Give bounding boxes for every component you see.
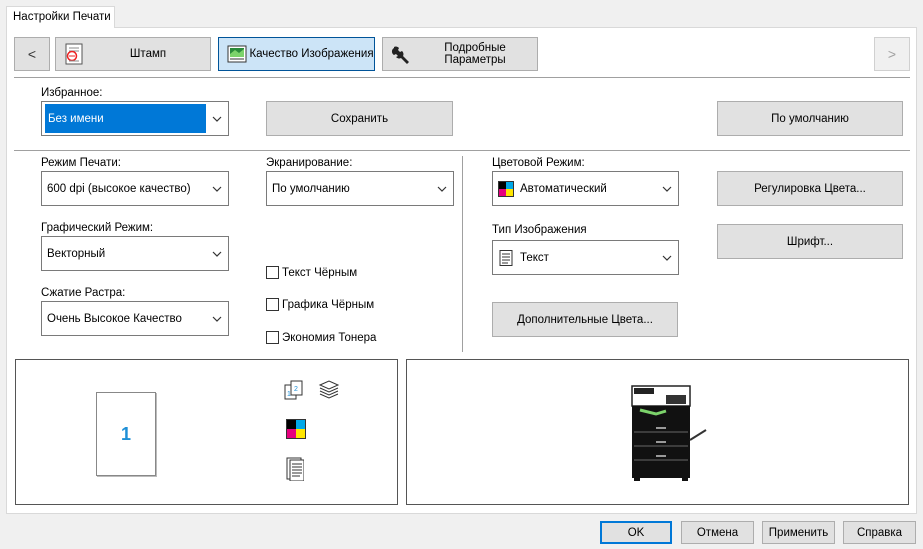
ok-button[interactable]: OK — [600, 521, 672, 544]
screening-label: Экранирование: — [266, 157, 353, 169]
tab-detailed-settings-label: Подробные Параметры — [444, 42, 506, 66]
page-number: 1 — [120, 423, 131, 444]
graphic-mode-label: Графический Режим: — [41, 222, 154, 234]
favorites-select[interactable]: Без имени — [41, 101, 229, 136]
color-mode-select[interactable]: Автоматический — [492, 171, 679, 206]
cmyk-grid-icon — [286, 419, 306, 442]
text-black-checkbox[interactable]: Текст Чёрным — [266, 266, 357, 279]
graphic-mode-value: Векторный — [47, 247, 106, 260]
favorites-label: Избранное: — [41, 87, 103, 99]
checkbox-box[interactable] — [266, 266, 279, 279]
favorites-value: Без имени — [45, 104, 206, 133]
color-mode-label: Цветовой Режим: — [492, 157, 585, 169]
color-mode-value: Автоматический — [520, 182, 607, 195]
wrench-icon — [389, 42, 413, 66]
raster-compression-value: Очень Высокое Качество — [47, 312, 182, 325]
stamp-icon — [62, 42, 86, 66]
toner-save-label: Экономия Тонера — [282, 331, 377, 344]
svg-text:2: 2 — [294, 386, 298, 393]
graphics-black-label: Графика Чёрным — [282, 298, 375, 311]
screening-value: По умолчанию — [272, 182, 350, 195]
scroll-right-button[interactable]: > — [874, 37, 910, 71]
graphic-mode-select[interactable]: Векторный — [41, 236, 229, 271]
extra-colors-button[interactable]: Дополнительные Цвета... — [492, 302, 678, 337]
image-quality-icon — [225, 42, 249, 66]
text-black-label: Текст Чёрным — [282, 266, 358, 279]
cancel-button[interactable]: Отмена — [681, 521, 754, 544]
tab-stamp-label: Штамп — [129, 48, 167, 60]
document-icon — [498, 249, 514, 266]
chevron-down-icon — [656, 186, 678, 192]
document-text-icon — [286, 457, 305, 484]
page-thumbnail: 1 — [96, 392, 156, 476]
favorites-divider — [14, 150, 910, 151]
image-type-value: Текст — [520, 251, 549, 264]
printer-device-icon — [626, 382, 710, 485]
tab-print-settings[interactable]: Настройки Печати — [6, 6, 115, 28]
chevron-down-icon — [206, 116, 228, 122]
color-adjust-button[interactable]: Регулировка Цвета... — [717, 171, 903, 206]
column-divider — [462, 156, 463, 352]
cmyk-grid-icon — [498, 180, 514, 197]
tab-image-quality-label: Качество Изображения — [249, 48, 374, 60]
chevron-down-icon — [431, 186, 453, 192]
print-mode-label: Режим Печати: — [41, 157, 121, 169]
tab-stamp[interactable]: Штамп — [55, 37, 211, 71]
chevron-down-icon — [206, 186, 228, 192]
chevron-down-icon — [656, 255, 678, 261]
restore-defaults-button[interactable]: По умолчанию — [717, 101, 903, 136]
screening-select[interactable]: По умолчанию — [266, 171, 454, 206]
raster-compression-label: Сжатие Растра: — [41, 287, 126, 299]
apply-button[interactable]: Применить — [762, 521, 835, 544]
checkbox-box[interactable] — [266, 331, 279, 344]
image-type-select[interactable]: Текст — [492, 240, 679, 275]
font-button[interactable]: Шрифт... — [717, 224, 903, 259]
save-favorite-button[interactable]: Сохранить — [266, 101, 453, 136]
collate-icon: 2 1 — [284, 379, 306, 404]
chevron-down-icon — [206, 251, 228, 257]
page-preview-pane — [15, 359, 398, 505]
print-mode-select[interactable]: 600 dpi (высокое качество) — [41, 171, 229, 206]
tab-detailed-settings[interactable]: Подробные Параметры — [382, 37, 538, 71]
graphics-black-checkbox[interactable]: Графика Чёрным — [266, 298, 374, 311]
tab-image-quality[interactable]: Качество Изображения — [218, 37, 375, 71]
toolbar-divider — [14, 77, 910, 78]
chevron-down-icon — [206, 316, 228, 322]
raster-compression-select[interactable]: Очень Высокое Качество — [41, 301, 229, 336]
paper-stack-icon — [318, 379, 340, 404]
print-mode-value: 600 dpi (высокое качество) — [47, 182, 191, 195]
scroll-left-button[interactable]: < — [14, 37, 50, 71]
toner-save-checkbox[interactable]: Экономия Тонера — [266, 331, 376, 344]
checkbox-box[interactable] — [266, 298, 279, 311]
svg-text:1: 1 — [287, 391, 291, 398]
image-type-label: Тип Изображения — [492, 224, 587, 236]
help-button[interactable]: Справка — [843, 521, 916, 544]
